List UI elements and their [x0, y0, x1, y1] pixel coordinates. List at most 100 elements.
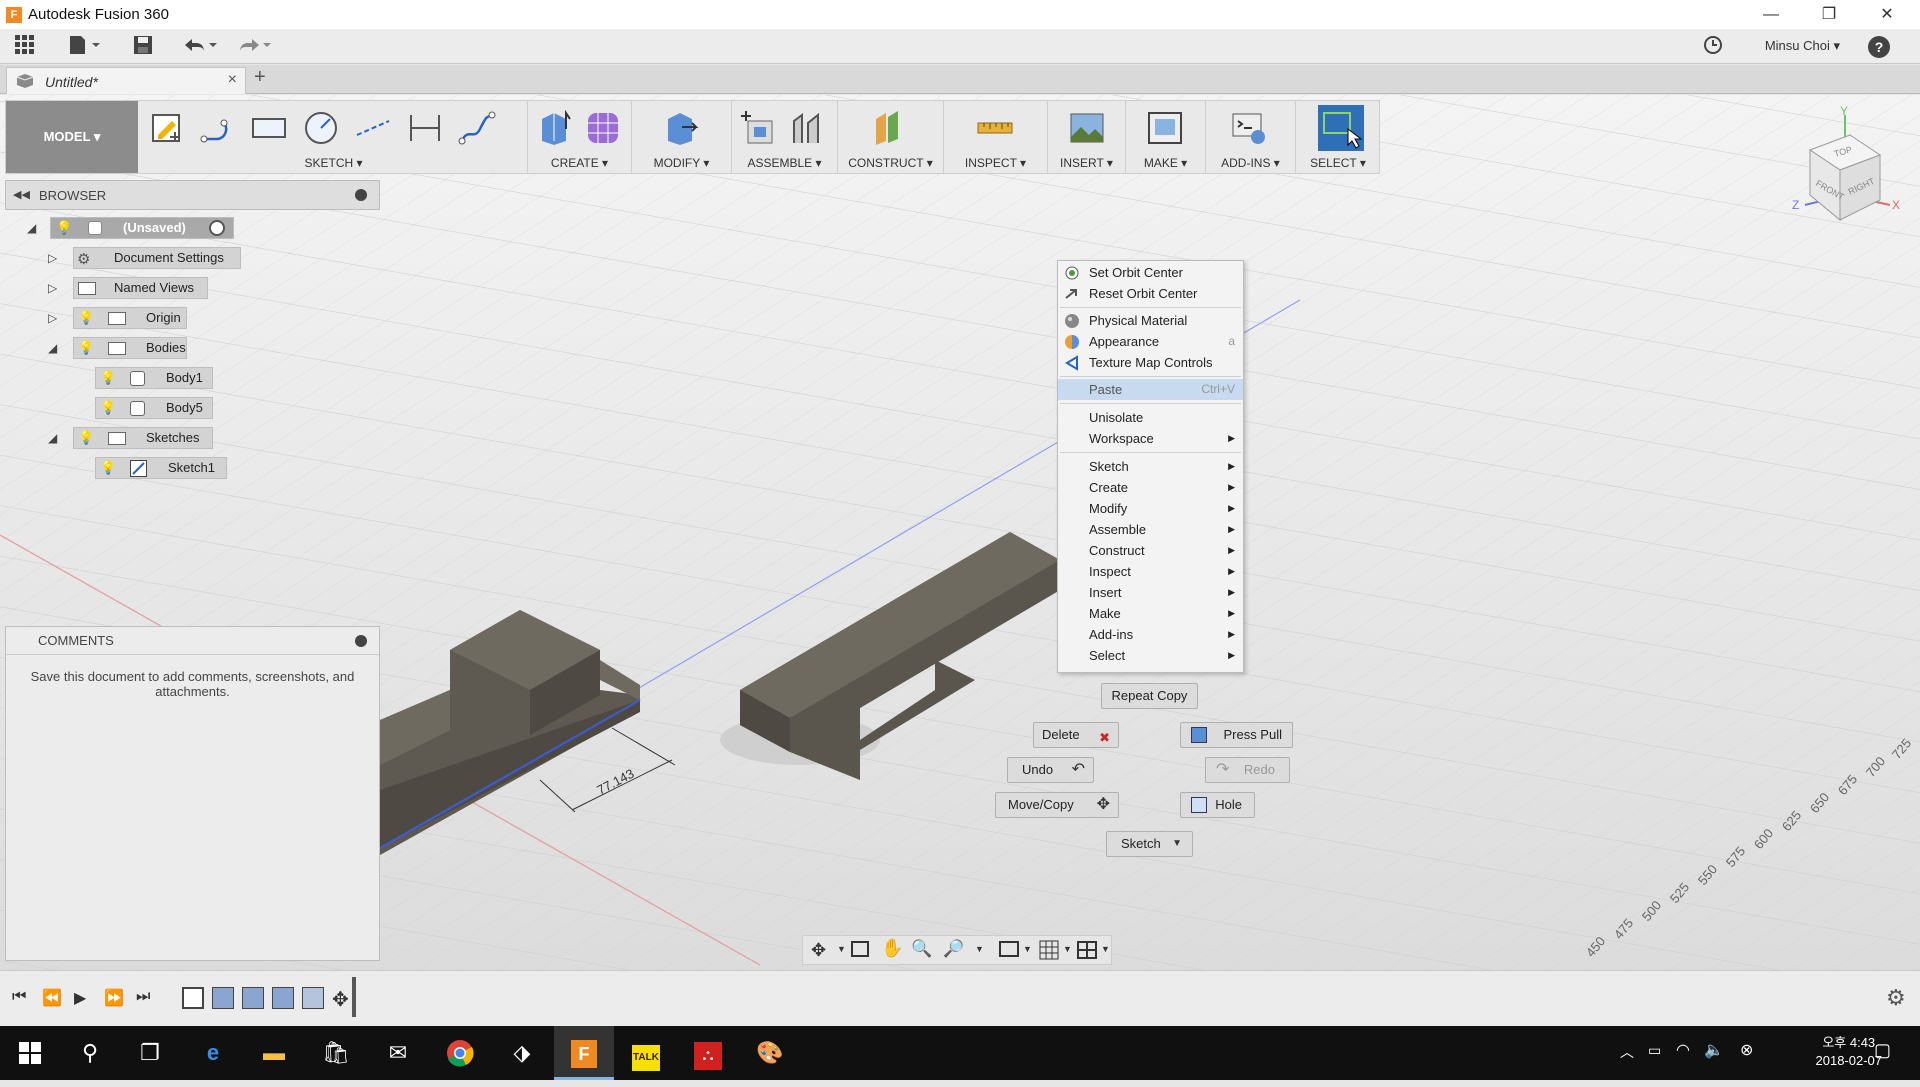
zoom-icon[interactable]: 🔍 [911, 939, 932, 959]
select-tool-icon[interactable] [1318, 105, 1364, 151]
form-icon[interactable] [584, 109, 622, 147]
visibility-bulb-icon[interactable]: 💡 [100, 460, 116, 476]
expand-triangle-icon[interactable]: ▷ [48, 311, 62, 325]
dimension-icon[interactable] [406, 109, 444, 147]
measure-icon[interactable] [976, 109, 1014, 147]
chevron-down-icon[interactable]: ▼ [1023, 944, 1032, 954]
action-center-icon[interactable]: ▢ [1874, 1040, 1891, 1061]
show-hidden-icons-chevron-icon[interactable]: ︿ [1620, 1042, 1634, 1062]
visibility-bulb-icon[interactable]: 💡 [56, 220, 72, 236]
offset-plane-icon[interactable] [872, 109, 910, 147]
kakaotalk-icon[interactable]: TALK [616, 1026, 676, 1080]
tree-item-document-settings[interactable]: ▷ Document Settings ⚙ [0, 247, 380, 269]
tree-item-body5[interactable]: Body5 💡 [0, 397, 380, 419]
collapse-triangle-icon[interactable]: ◢ [48, 341, 62, 355]
step-forward-icon[interactable]: ⏩ [104, 988, 124, 1008]
close-tab-icon[interactable]: × [228, 71, 237, 89]
line-icon[interactable] [198, 109, 236, 147]
menu-item-modify[interactable]: Modify ▶ [1058, 498, 1243, 519]
menu-item-inspect[interactable]: Inspect ▶ [1058, 561, 1243, 582]
sketch-menu[interactable]: SKETCH ▾ [140, 156, 527, 170]
visibility-bulb-icon[interactable]: 💡 [100, 400, 116, 416]
user-account-menu[interactable]: Minsu Choi ▾ [1765, 38, 1840, 54]
construction-line-icon[interactable] [354, 109, 392, 147]
3d-print-icon[interactable] [1146, 109, 1184, 147]
menu-item-paste[interactable]: Paste Ctrl+V [1058, 379, 1243, 400]
grid-settings-icon[interactable] [1039, 940, 1059, 963]
timeline-marker[interactable] [352, 977, 356, 1017]
search-icon[interactable]: ⚲ [60, 1026, 120, 1080]
make-menu[interactable]: MAKE ▾ [1126, 156, 1205, 170]
repeat-copy-button[interactable]: Repeat Copy [1101, 683, 1198, 709]
visibility-bulb-icon[interactable]: 💡 [100, 370, 116, 386]
collapse-panel-icon[interactable]: ◀◀ [13, 188, 30, 201]
expand-triangle-icon[interactable]: ▷ [48, 281, 62, 295]
chevron-down-icon[interactable]: ▼ [1101, 944, 1110, 954]
add-ins-menu[interactable]: ADD-INS ▾ [1206, 156, 1295, 170]
menu-item-select[interactable]: Select ▶ [1058, 645, 1243, 666]
task-view-icon[interactable]: ❐ [120, 1026, 180, 1080]
press-pull-button[interactable]: Press Pull [1180, 722, 1293, 748]
network-icon[interactable]: ◠ [1676, 1040, 1690, 1060]
pan-hand-icon[interactable]: ✋ [881, 938, 903, 959]
restore-button[interactable]: ❐ [1800, 0, 1858, 29]
inspect-menu[interactable]: INSPECT ▾ [944, 156, 1047, 170]
menu-item-assemble[interactable]: Assemble ▶ [1058, 519, 1243, 540]
display-settings-icon[interactable] [999, 941, 1019, 957]
menu-item-appearance[interactable]: Appearance a [1058, 331, 1243, 352]
step-back-icon[interactable]: ⏪ [42, 988, 62, 1008]
minimize-browser-icon[interactable] [355, 189, 367, 201]
system-clock[interactable]: 오후 4:43 2018-02-07 [1816, 1034, 1883, 1070]
store-icon[interactable]: 🛍 [306, 1026, 366, 1080]
menu-item-reset-orbit-center[interactable]: Reset Orbit Center [1058, 283, 1243, 304]
tree-item-named-views[interactable]: ▷ Named Views [0, 277, 380, 299]
chrome-icon[interactable] [430, 1026, 490, 1080]
timeline-combine-feature-icon[interactable] [272, 987, 294, 1009]
construct-menu[interactable]: CONSTRUCT ▾ [838, 156, 943, 170]
paint-icon[interactable]: 🎨 [740, 1026, 800, 1080]
assemble-menu[interactable]: ASSEMBLE ▾ [732, 156, 837, 170]
circle-icon[interactable] [302, 109, 340, 147]
create-sketch-icon[interactable] [148, 109, 186, 147]
view-cube[interactable]: TOP FRONT RIGHT Y X Z [1780, 104, 1910, 235]
document-settings-node[interactable]: Document Settings [73, 247, 241, 269]
acrobat-icon[interactable]: ⛬ [678, 1026, 738, 1080]
spline-icon[interactable] [458, 109, 496, 147]
chevron-down-icon[interactable]: ▼ [1063, 944, 1072, 954]
timeline-settings-gear-icon[interactable]: ⚙ [1886, 985, 1906, 1011]
redo-button[interactable]: ↷ Redo [1205, 757, 1290, 783]
help-icon[interactable]: ? [1868, 36, 1890, 58]
delete-button[interactable]: Delete ✖ [1033, 722, 1119, 748]
expand-triangle-icon[interactable]: ◢ [27, 221, 41, 235]
tree-item-origin[interactable]: ▷ Origin 💡 [0, 307, 380, 329]
tree-item-bodies[interactable]: ◢ Bodies 💡 [0, 337, 380, 359]
menu-item-texture-map-controls[interactable]: Texture Map Controls [1058, 352, 1243, 373]
chevron-down-icon[interactable]: ▼ [975, 944, 984, 954]
go-to-end-icon[interactable]: ⏭ [136, 988, 150, 1006]
chevron-down-icon[interactable]: ▼ [837, 944, 846, 954]
file-menu-icon[interactable] [68, 34, 102, 60]
timeline-extrude-feature-icon[interactable] [212, 987, 234, 1009]
hole-button[interactable]: Hole [1180, 792, 1255, 818]
insert-menu[interactable]: INSERT ▾ [1048, 156, 1125, 170]
undo-icon[interactable] [182, 34, 218, 60]
viewports-icon[interactable] [1077, 940, 1097, 963]
timeline-move-feature-icon[interactable]: ✥ [332, 987, 349, 1012]
timeline-copy-feature-icon[interactable] [302, 987, 324, 1009]
move-copy-button[interactable]: Move/Copy ✥ [995, 792, 1119, 818]
activate-radio-icon[interactable] [209, 220, 225, 236]
tree-item-sketches[interactable]: ◢ Sketches 💡 [0, 427, 380, 449]
redo-icon[interactable] [236, 34, 272, 60]
tree-root[interactable]: ◢ (Unsaved) 💡 [0, 217, 380, 239]
select-menu[interactable]: SELECT ▾ [1296, 156, 1380, 170]
fit-icon[interactable]: 🔎 [943, 939, 964, 959]
volume-icon[interactable]: 🔈 [1704, 1040, 1724, 1060]
data-panel-grid-icon[interactable] [14, 34, 36, 60]
root-component-node[interactable]: (Unsaved) [50, 217, 234, 239]
minimize-button[interactable]: — [1742, 0, 1800, 29]
tree-item-sketch1[interactable]: Sketch1 💡 [0, 457, 380, 479]
undo-button[interactable]: Undo ↶ [1007, 757, 1094, 783]
timeline-extrude-feature-icon[interactable] [242, 987, 264, 1009]
menu-item-construct[interactable]: Construct ▶ [1058, 540, 1243, 561]
save-icon[interactable] [132, 34, 154, 60]
